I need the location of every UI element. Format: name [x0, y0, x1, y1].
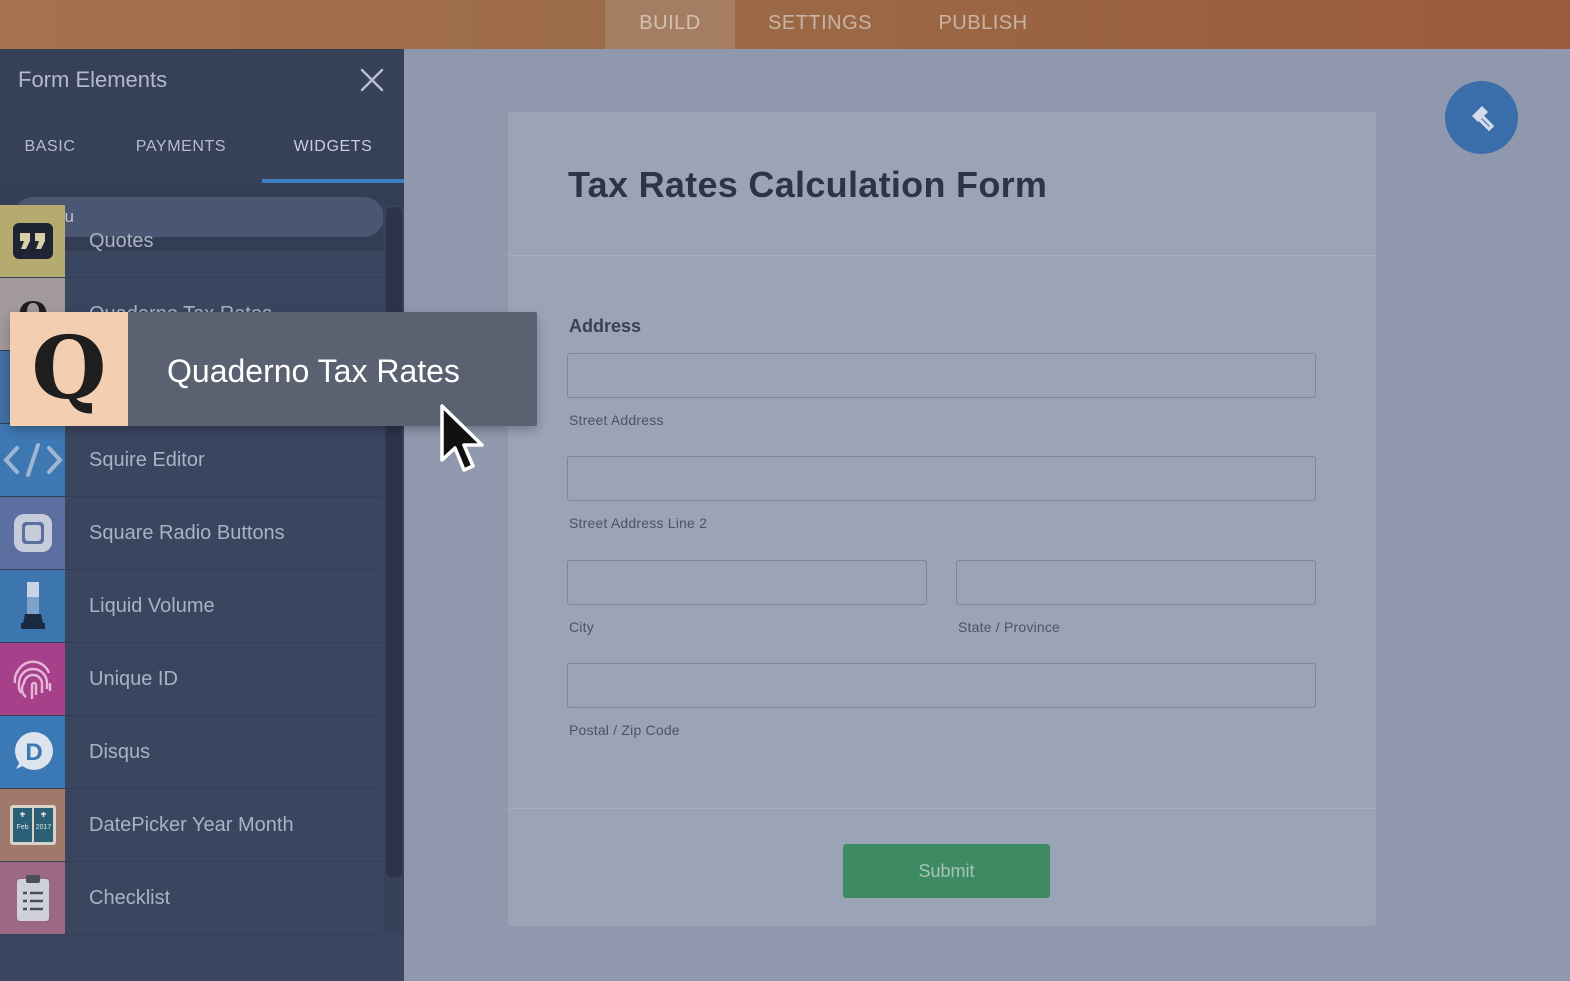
zip-code-sublabel: Postal / Zip Code: [569, 722, 680, 738]
tab-widgets[interactable]: WIDGETS: [262, 111, 404, 183]
widget-list-item-label: DatePicker Year Month: [89, 814, 294, 836]
clipboard-icon: [0, 862, 65, 934]
form-title[interactable]: Tax Rates Calculation Form: [568, 164, 1047, 206]
beaker-icon: [0, 570, 65, 642]
tab-publish[interactable]: PUBLISH: [905, 0, 1061, 49]
widget-list-item-label: Liquid Volume: [89, 595, 215, 617]
dragged-widget-label: Quaderno Tax Rates: [167, 353, 460, 389]
widget-list-item-label: Checklist: [89, 887, 171, 909]
street-address-line2-input[interactable]: [567, 456, 1316, 501]
dragged-widget-quaderno[interactable]: Q Quaderno Tax Rates: [10, 312, 537, 426]
calendar-icon: Feb 2017: [0, 789, 65, 861]
paint-roller-icon: [1471, 105, 1494, 131]
state-input[interactable]: [956, 560, 1316, 605]
city-sublabel: City: [569, 619, 594, 635]
city-input[interactable]: [567, 560, 927, 605]
widget-list-item-label: Square Radio Buttons: [89, 522, 285, 544]
svg-text:Feb: Feb: [16, 824, 28, 831]
widget-list-item[interactable]: D Disqus: [0, 716, 383, 789]
tab-build[interactable]: BUILD: [605, 0, 735, 49]
widget-list-item-label: Unique ID: [89, 668, 178, 690]
widget-list-item[interactable]: Feb 2017 DatePicker Year Month: [0, 789, 383, 862]
svg-text:2017: 2017: [35, 824, 51, 831]
tab-basic[interactable]: BASIC: [0, 111, 100, 183]
widget-list-item-label: Quotes: [89, 230, 154, 252]
quote-icon: [0, 205, 65, 277]
top-nav: BUILD SETTINGS PUBLISH: [605, 0, 1061, 49]
form-designer-button[interactable]: [1445, 81, 1518, 154]
widget-list-item[interactable]: Squire Editor: [0, 424, 383, 497]
widget-list-item-label: Squire Editor: [89, 449, 205, 471]
scrollbar-thumb[interactable]: [386, 207, 402, 877]
quaderno-letter: Q: [31, 318, 107, 419]
form-header: Tax Rates Calculation Form: [508, 112, 1376, 256]
tab-payments[interactable]: PAYMENTS: [100, 111, 262, 183]
widget-list-item[interactable]: Unique ID: [0, 643, 383, 716]
fingerprint-icon: [0, 643, 65, 715]
submit-button[interactable]: Submit: [843, 844, 1050, 898]
radio-square-icon: [0, 497, 65, 569]
form-card: Tax Rates Calculation Form Address Stree…: [508, 112, 1376, 926]
form-footer-divider: [508, 808, 1376, 809]
zip-code-input[interactable]: [567, 663, 1316, 708]
widget-list-item[interactable]: Checklist: [0, 862, 383, 935]
street-address-input[interactable]: [567, 353, 1316, 398]
sidebar-header: Form Elements: [0, 49, 404, 111]
street-address-line2-sublabel: Street Address Line 2: [569, 515, 708, 531]
svg-text:D: D: [25, 739, 42, 766]
widget-list-item[interactable]: Quotes: [0, 205, 383, 278]
widget-list-item[interactable]: Square Radio Buttons: [0, 497, 383, 570]
tab-settings[interactable]: SETTINGS: [735, 0, 905, 49]
sidebar-tabs: BASIC PAYMENTS WIDGETS: [0, 111, 404, 183]
top-bar: BUILD SETTINGS PUBLISH: [0, 0, 1570, 49]
close-icon[interactable]: [356, 64, 388, 96]
widget-list-item-label: Disqus: [89, 741, 151, 763]
sidebar-title: Form Elements: [18, 67, 168, 92]
widget-list-item[interactable]: Liquid Volume: [0, 570, 383, 643]
disqus-icon: D: [0, 716, 65, 788]
street-address-sublabel: Street Address: [569, 412, 664, 428]
state-sublabel: State / Province: [958, 619, 1061, 635]
quaderno-q-icon: Q: [10, 312, 128, 426]
address-label: Address: [569, 316, 642, 336]
code-icon: [0, 424, 65, 496]
